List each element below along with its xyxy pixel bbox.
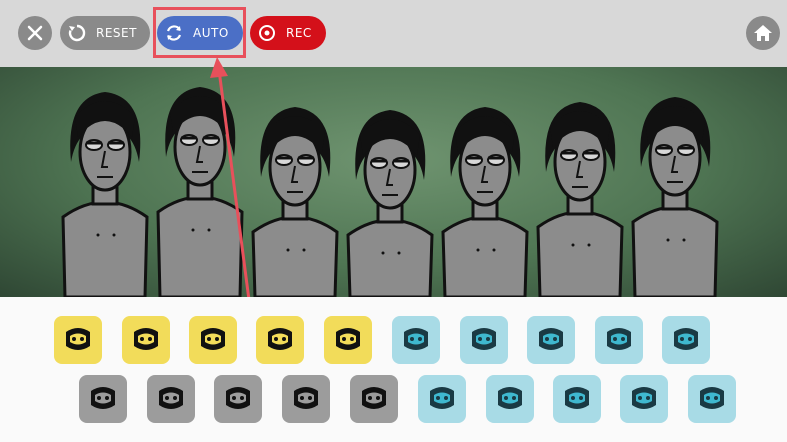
hat-stripes-yellow-icon[interactable] <box>256 316 304 364</box>
glasses-blue-icon[interactable] <box>460 316 508 364</box>
face-gray-icon[interactable] <box>79 375 127 423</box>
headband-yellow-icon[interactable] <box>54 316 102 364</box>
sun-yellow-icon[interactable] <box>122 316 170 364</box>
star-yellow-icon[interactable] <box>189 316 237 364</box>
lion-yellow-icon[interactable] <box>324 316 372 364</box>
horned-mask-gray-icon[interactable] <box>350 375 398 423</box>
splatter-face-gray-icon[interactable] <box>282 375 330 423</box>
goggles-blue-icon[interactable] <box>595 316 643 364</box>
cables-blue-icon[interactable] <box>418 375 466 423</box>
headphones-blue-icon[interactable] <box>392 316 440 364</box>
machine-blue-icon[interactable] <box>620 375 668 423</box>
wreath-blue-icon[interactable] <box>486 375 534 423</box>
gas-mask-gray-icon[interactable] <box>214 375 262 423</box>
splash-blue-icon[interactable] <box>553 375 601 423</box>
visor-blue-icon[interactable] <box>527 316 575 364</box>
mask-eyes-blue-icon[interactable] <box>688 375 736 423</box>
sound-icon-tray <box>0 297 787 442</box>
beard-gray-icon[interactable] <box>147 375 195 423</box>
top-hat-blue-icon[interactable] <box>662 316 710 364</box>
